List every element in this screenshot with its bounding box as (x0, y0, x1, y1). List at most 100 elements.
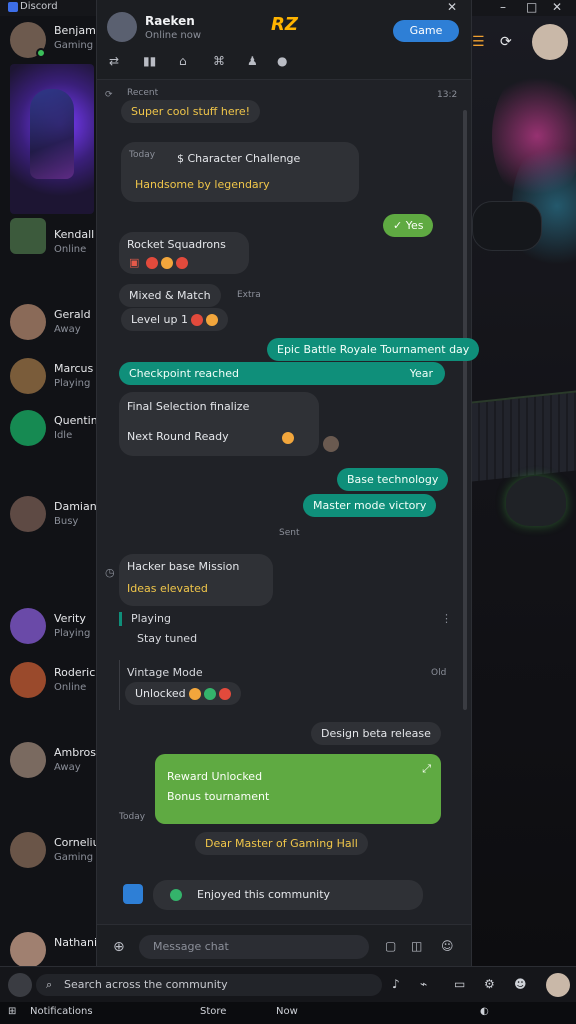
message-text: Mixed & Match (129, 289, 211, 302)
message-bubble[interactable]: Hacker base Mission Ideas elevated (119, 554, 273, 606)
expand-icon[interactable]: ⤢ (422, 762, 431, 776)
message-text: Bonus tournament (167, 790, 270, 803)
battery-icon[interactable]: ▭ (454, 977, 465, 991)
minimize-icon[interactable]: – (500, 0, 506, 14)
message-text: Handsome by legendary (135, 178, 270, 191)
timestamp: 13:2 (437, 90, 458, 100)
more-icon[interactable]: ⋮ (441, 612, 452, 625)
contact-name: Marcus (54, 362, 94, 375)
timestamp: ⟳ (105, 90, 113, 100)
avatar[interactable] (546, 973, 570, 997)
message-input[interactable]: Message chat (139, 935, 369, 959)
add-icon[interactable]: ⊕ (113, 939, 125, 955)
avatar (10, 932, 46, 966)
message-text: Enjoyed this community (197, 888, 331, 901)
message-bubble[interactable]: Epic Battle Royale Tournament day (267, 338, 480, 361)
users-icon[interactable]: ♟ (247, 54, 258, 68)
message-text: Vintage Mode (127, 666, 203, 679)
emoji-icon[interactable]: ☺ (441, 939, 454, 953)
game-banner (10, 64, 94, 214)
home-icon[interactable]: ⌘ (213, 54, 225, 68)
close-icon[interactable]: ✕ (447, 0, 457, 14)
contact-status: Busy (54, 516, 79, 527)
avatar[interactable] (8, 973, 32, 997)
message-bubble[interactable]: Dear Master of Gaming Hall (195, 832, 368, 855)
contact-status: Playing (54, 378, 91, 389)
message-bubble[interactable]: Reward Unlocked Bonus tournament ⤢ (155, 754, 441, 824)
controller-image (472, 201, 542, 251)
sysbar-right: Now (276, 1006, 298, 1017)
contact-status: Online (54, 244, 87, 255)
message-bubble[interactable]: Final Selection finalize Next Round Read… (119, 392, 319, 456)
message-bubble[interactable]: Design beta release (311, 722, 441, 745)
message-meta: Year (409, 367, 433, 380)
message-text: Final Selection finalize (127, 400, 250, 413)
contact-name: Benjamin (54, 24, 100, 37)
message-text: $ Character Challenge (177, 152, 301, 165)
message-meta: Today (129, 150, 156, 160)
chat-subtitle: Online now (145, 30, 202, 41)
message-bubble[interactable]: Enjoyed this community (153, 880, 423, 910)
message-bubble[interactable]: Master mode victory (303, 494, 437, 517)
avatar (10, 218, 46, 254)
message-text: Super cool stuff here! (131, 105, 251, 118)
image-icon[interactable]: ▢ (385, 939, 396, 953)
contact-name: Quentin (54, 414, 98, 427)
bars-icon[interactable]: ▮▮ (143, 54, 156, 68)
user-icon[interactable]: ☻ (514, 977, 527, 991)
pin-icon[interactable]: ⌂ (179, 54, 187, 68)
message-text: Epic Battle Royale Tournament day (277, 343, 470, 356)
message-text: Level up 1 (131, 313, 188, 326)
message-bubble[interactable]: Level up 1 (121, 308, 228, 331)
tray-icon[interactable]: ◐ (480, 1006, 489, 1017)
windows-icon[interactable]: ⊞ (8, 1006, 16, 1017)
maximize-icon[interactable]: □ (526, 0, 537, 14)
volume-icon[interactable]: ♪ (392, 977, 400, 991)
message-bubble[interactable]: ✓ Yes (383, 214, 434, 237)
message-bubble[interactable]: Today $ Character Challenge Handsome by … (121, 142, 359, 202)
message-text: Stay tuned (137, 632, 198, 645)
message-bubble[interactable]: Unlocked (125, 682, 241, 705)
sysbar-center: Store (200, 1006, 227, 1017)
menu-icon[interactable]: ☰ (472, 34, 485, 50)
message-text: Checkpoint reached (129, 367, 239, 380)
contact-list: Benjamin Gaming Kendall Online Gerald Aw… (0, 16, 100, 966)
message-text: Design beta release (321, 727, 431, 740)
game-button[interactable]: Game (393, 20, 459, 42)
close-icon[interactable]: ✕ (552, 0, 562, 14)
message-bubble[interactable]: Mixed & Match (119, 284, 221, 307)
avatar (10, 410, 46, 446)
contact-name: Nathaniel (54, 936, 100, 949)
contact-name: Kendall (54, 228, 95, 241)
status-indicator (36, 48, 46, 58)
contact-status: Away (54, 324, 81, 335)
message-bubble[interactable]: Rocket Squadrons ▣ (119, 232, 249, 274)
scrollbar[interactable] (463, 110, 467, 710)
taskbar-search[interactable]: ⌕ Search across the community (36, 974, 382, 996)
location-icon[interactable]: ● (277, 54, 287, 68)
avatar (10, 608, 46, 644)
message-text: Unlocked (135, 687, 186, 700)
contact-name: Roderick (54, 666, 100, 679)
arrows-icon[interactable]: ⇄ (109, 54, 119, 68)
message-bubble[interactable]: Super cool stuff here! (121, 100, 261, 123)
background-photo: ☰ ⟳ (472, 16, 576, 966)
timestamp: Today (119, 812, 146, 822)
message-meta: Recent (127, 88, 159, 98)
message-text: Master mode victory (313, 499, 427, 512)
contact-status: Gaming (54, 40, 94, 51)
clock-icon: ◷ (105, 566, 115, 579)
network-icon[interactable]: ⌁ (420, 977, 427, 991)
avatar[interactable] (532, 24, 568, 60)
refresh-icon[interactable]: ⟳ (500, 34, 512, 50)
attachment-icon[interactable] (123, 884, 143, 904)
settings-icon[interactable]: ⚙ (484, 977, 495, 991)
contact-name: Cornelius (54, 836, 100, 849)
keyboard-image (472, 390, 576, 482)
gif-icon[interactable]: ◫ (411, 939, 422, 953)
message-bubble[interactable]: Checkpoint reached Year (119, 362, 445, 385)
avatar[interactable] (107, 12, 137, 42)
message-meta: Old (431, 668, 447, 678)
timestamp: Sent (279, 528, 300, 538)
message-bubble[interactable]: Base technology (337, 468, 449, 491)
